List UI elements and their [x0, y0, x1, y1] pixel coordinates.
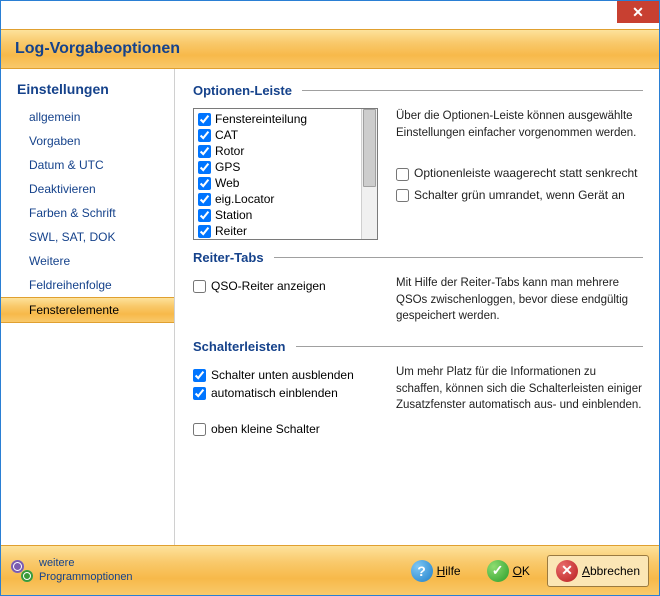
checkbox-input[interactable]: [193, 423, 206, 436]
section-title-schalter: Schalterleisten: [193, 339, 643, 354]
sidebar-item-allgemein[interactable]: allgemein: [1, 105, 174, 129]
ok-button[interactable]: ✓ OK: [478, 555, 539, 587]
optionen-listbox[interactable]: Fenstereinteilung CAT Rotor GPS Web eig.…: [193, 108, 378, 240]
checkbox-input[interactable]: [396, 168, 409, 181]
list-item-checkbox[interactable]: [198, 193, 211, 206]
list-item[interactable]: Rotor: [198, 143, 357, 159]
schalter-desc: Um mehr Platz für die Informationen zu s…: [396, 364, 643, 440]
ok-icon: ✓: [487, 560, 509, 582]
list-item-checkbox[interactable]: [198, 209, 211, 222]
list-item-checkbox[interactable]: [198, 113, 211, 126]
checkbox-auto-einblenden[interactable]: automatisch einblenden: [193, 386, 378, 400]
scroll-thumb[interactable]: [363, 109, 376, 187]
help-icon: ?: [411, 560, 433, 582]
checkbox-input[interactable]: [193, 387, 206, 400]
titlebar: ✕: [1, 1, 659, 29]
list-item[interactable]: eig.Locator: [198, 191, 357, 207]
listbox-scrollbar[interactable]: [361, 109, 377, 239]
gears-icon: [11, 560, 33, 582]
sidebar-item-vorgaben[interactable]: Vorgaben: [1, 129, 174, 153]
checkbox-input[interactable]: [193, 280, 206, 293]
sidebar-item-weitere[interactable]: Weitere: [1, 249, 174, 273]
sidebar-item-farben-schrift[interactable]: Farben & Schrift: [1, 201, 174, 225]
optionen-desc: Über die Optionen-Leiste können ausgewäh…: [396, 108, 643, 141]
main-panel: Optionen-Leiste Fenstereinteilung CAT Ro…: [175, 69, 659, 545]
content-area: Einstellungen allgemein Vorgaben Datum &…: [1, 69, 659, 545]
optionen-listbox-inner: Fenstereinteilung CAT Rotor GPS Web eig.…: [194, 109, 361, 239]
list-item[interactable]: CAT: [198, 127, 357, 143]
dialog-title: Log-Vorgabeoptionen: [15, 40, 645, 58]
section-title-reiter: Reiter-Tabs: [193, 250, 643, 265]
sidebar: Einstellungen allgemein Vorgaben Datum &…: [1, 69, 175, 545]
checkbox-qso-reiter[interactable]: QSO-Reiter anzeigen: [193, 279, 378, 293]
list-item[interactable]: Fenstereinteilung: [198, 111, 357, 127]
header-band: Log-Vorgabeoptionen: [1, 29, 659, 69]
checkbox-input[interactable]: [396, 189, 409, 202]
more-options-link[interactable]: weitere Programmoptionen: [11, 557, 133, 583]
footer-bar: weitere Programmoptionen ? Hilfe ✓ OK ✕ …: [1, 545, 659, 595]
checkbox-horizontal[interactable]: Optionenleiste waagerecht statt senkrech…: [396, 165, 643, 182]
checkbox-kleine-schalter[interactable]: oben kleine Schalter: [193, 422, 378, 436]
sidebar-item-deaktivieren[interactable]: Deaktivieren: [1, 177, 174, 201]
list-item-checkbox[interactable]: [198, 161, 211, 174]
list-item-checkbox[interactable]: [198, 145, 211, 158]
sidebar-item-swl-sat-dok[interactable]: SWL, SAT, DOK: [1, 225, 174, 249]
sidebar-item-feldreihenfolge[interactable]: Feldreihenfolge: [1, 273, 174, 297]
sidebar-item-datum-utc[interactable]: Datum & UTC: [1, 153, 174, 177]
list-item-checkbox[interactable]: [198, 225, 211, 238]
list-item-checkbox[interactable]: [198, 129, 211, 142]
checkbox-input[interactable]: [193, 369, 206, 382]
checkbox-green[interactable]: Schalter grün umrandet, wenn Gerät an: [396, 187, 643, 204]
list-item[interactable]: GPS: [198, 159, 357, 175]
sidebar-heading: Einstellungen: [1, 77, 174, 105]
close-icon: ✕: [632, 4, 644, 21]
help-button[interactable]: ? Hilfe: [402, 555, 470, 587]
list-item[interactable]: Station: [198, 207, 357, 223]
sidebar-item-fensterelemente[interactable]: Fensterelemente: [1, 297, 174, 323]
cancel-icon: ✕: [556, 560, 578, 582]
cancel-button[interactable]: ✕ Abbrechen: [547, 555, 649, 587]
section-title-optionen: Optionen-Leiste: [193, 83, 643, 98]
list-item-checkbox[interactable]: [198, 177, 211, 190]
list-item[interactable]: Web: [198, 175, 357, 191]
reiter-desc: Mit Hilfe der Reiter-Tabs kann man mehre…: [396, 275, 643, 325]
list-item[interactable]: Reiter: [198, 223, 357, 239]
checkbox-schalter-unten[interactable]: Schalter unten ausblenden: [193, 368, 378, 382]
close-button[interactable]: ✕: [617, 1, 659, 23]
dialog-window: ✕ Log-Vorgabeoptionen Einstellungen allg…: [0, 0, 660, 596]
